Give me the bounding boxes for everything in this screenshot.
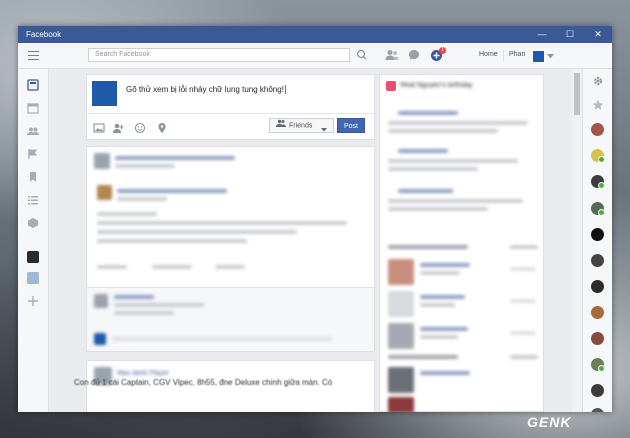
online-indicator <box>598 182 605 189</box>
settings-icon[interactable] <box>592 75 604 89</box>
lists-icon[interactable] <box>27 194 39 206</box>
right-sidebar-content-blurred <box>380 75 543 412</box>
top-bar: Search Facebook 1 Home Phan <box>18 43 612 69</box>
composer-input-text: Gõ thử xem bị lỗi nhảy chữ lung tung khô… <box>126 85 284 94</box>
online-indicator <box>598 156 605 163</box>
genk-watermark: GENK <box>527 414 572 430</box>
online-indicator <box>598 365 605 372</box>
audience-selector[interactable]: Friends <box>269 118 334 133</box>
feed-post-content-blurred <box>87 147 374 316</box>
saved-icon[interactable] <box>27 171 39 183</box>
star-icon[interactable] <box>592 99 604 113</box>
search-input[interactable]: Search Facebook <box>88 48 350 62</box>
composer-input[interactable]: Gõ thử xem bị lỗi nhảy chữ lung tung khô… <box>126 85 286 95</box>
chat-contact-avatar[interactable] <box>591 149 605 163</box>
chat-contact-avatar[interactable] <box>591 175 605 189</box>
friends-audience-icon <box>276 119 286 132</box>
chat-contact-avatar[interactable] <box>591 332 604 345</box>
hamburger-icon[interactable] <box>28 51 39 63</box>
dropdown-icon[interactable] <box>547 52 554 61</box>
shortcut-avatar-icon[interactable] <box>27 251 39 263</box>
audience-label: Friends <box>289 122 313 130</box>
profile-avatar[interactable] <box>532 50 545 63</box>
title-bar[interactable]: Facebook — ☐ ✕ <box>18 26 612 43</box>
profile-link[interactable]: Phan <box>509 51 525 58</box>
chat-rail <box>582 69 612 412</box>
add-icon[interactable] <box>27 295 39 307</box>
composer-divider <box>87 113 374 114</box>
notification-badge: 1 <box>439 47 446 54</box>
groups-icon[interactable] <box>27 125 39 137</box>
apps-icon[interactable] <box>27 217 39 229</box>
post-composer: Gõ thử xem bị lỗi nhảy chữ lung tung khô… <box>86 74 375 140</box>
left-navigation-rail <box>18 69 49 412</box>
online-indicator <box>598 209 605 216</box>
chat-contact-avatar[interactable] <box>591 306 604 319</box>
right-sidebar-panel: Nhat Nguyen's birthday <box>379 74 544 412</box>
feed-scrollbar[interactable] <box>572 69 582 412</box>
minimize-button[interactable]: — <box>528 26 556 43</box>
feed-post-comments <box>86 288 375 352</box>
location-icon[interactable] <box>156 122 168 134</box>
feed-post <box>86 146 375 316</box>
home-link[interactable]: Home <box>479 51 498 58</box>
maximize-button[interactable]: ☐ <box>556 26 584 43</box>
feeling-icon[interactable] <box>134 122 146 134</box>
chat-contact-avatar[interactable] <box>591 228 604 241</box>
photo-icon[interactable] <box>93 122 105 134</box>
tag-friends-icon[interactable] <box>112 122 124 134</box>
events-icon[interactable] <box>27 102 39 114</box>
shortcut-app-icon[interactable] <box>27 272 39 284</box>
composer-avatar <box>92 81 117 106</box>
audience-chevron-icon <box>321 124 327 137</box>
chat-contact-avatar[interactable] <box>591 254 604 267</box>
chat-contact-avatar[interactable] <box>591 408 604 412</box>
nav-separator <box>503 50 504 61</box>
search-icon[interactable] <box>352 48 372 62</box>
feed-post-caption-text: Con đủ 1 cái Captain, CGV Vipec, 8h55, đ… <box>74 378 333 387</box>
scrollbar-thumb[interactable] <box>574 73 580 115</box>
comments-blurred <box>87 288 374 351</box>
close-button[interactable]: ✕ <box>584 26 612 43</box>
chat-contact-avatar[interactable] <box>591 384 604 397</box>
friend-requests-icon[interactable] <box>385 49 399 63</box>
messages-icon[interactable] <box>408 49 420 63</box>
facebook-app-window: Facebook — ☐ ✕ Search Facebook 1 Home Ph… <box>18 26 612 412</box>
chat-contact-avatar[interactable] <box>591 202 605 216</box>
chat-contact-avatar[interactable] <box>591 123 604 136</box>
window-title: Facebook <box>26 30 62 39</box>
chat-contact-avatar[interactable] <box>591 358 605 372</box>
post-author-name: Max dietè Player <box>117 370 170 377</box>
chat-contact-avatar[interactable] <box>591 280 604 293</box>
pages-icon[interactable] <box>27 148 39 160</box>
newsfeed-icon[interactable] <box>27 79 39 91</box>
text-cursor <box>284 85 286 95</box>
post-button[interactable]: Post <box>337 118 365 133</box>
